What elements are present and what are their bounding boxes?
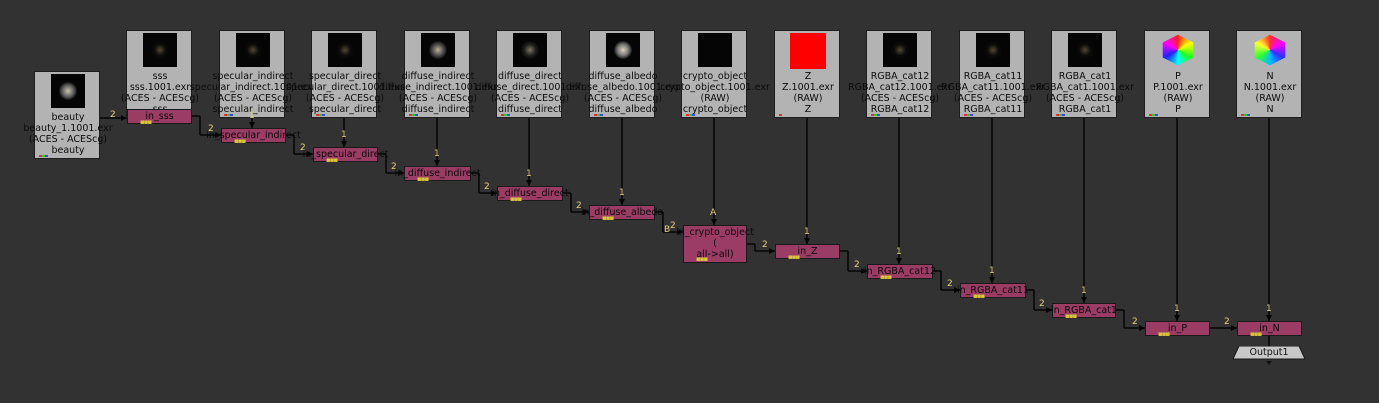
channel-swatch <box>1056 114 1065 116</box>
channel-swatch <box>686 114 695 116</box>
thumbnail-content <box>429 41 447 59</box>
shuffle-node-in-sss[interactable]: in_sss ▪▪▪ <box>127 109 192 126</box>
read-node-beauty[interactable]: beauty beauty_1.1001.exr (ACES - ACEScg) be… <box>23 71 113 159</box>
read-node-rgba-cat1[interactable]: RGBA_cat1 RGBA_cat1.1001.exr (ACES - ACESc… <box>1036 30 1134 118</box>
thumbnail-content <box>244 41 262 59</box>
shuffle-node-in-rgba-cat12[interactable]: in_RGBA_cat12 ▪▪▪ <box>864 264 936 281</box>
thumbnail-content <box>614 41 632 59</box>
node-graph[interactable]: beauty beauty_1.1001.exr (ACES - ACEScg) be… <box>0 0 1379 403</box>
thumbnail-image <box>143 33 177 67</box>
channel-swatch <box>316 114 325 116</box>
shuffle-node-in-specular-direct[interactable]: in_specular_direct ▪▪▪ <box>303 147 388 164</box>
thumbnail-content <box>521 41 539 59</box>
read-node-specular-indirect[interactable]: specular_indirect specular_indirect.1001.… <box>190 30 316 118</box>
read-node-sss[interactable]: ssssss.1001.exr(ACES - ACEScg)sss <box>121 30 199 118</box>
read-node-crypto-object[interactable]: crypto_object crypto_object.1001.exr (RAW)… <box>660 30 770 118</box>
thumbnail-image <box>1162 34 1194 66</box>
read-node-n[interactable]: N N.1001.exr (RAW) N <box>1236 30 1302 118</box>
channel-swatch <box>964 114 973 116</box>
channel-swatch <box>501 114 510 116</box>
thumbnail-image <box>328 33 362 67</box>
shuffle-node-in-rgba-cat1[interactable]: in_RGBA_cat1 ▪▪▪ <box>1051 303 1117 320</box>
channel-swatch <box>1241 114 1250 116</box>
read-node-rgba-cat12[interactable]: RGBA_cat12 RGBA_cat12.1001.exr (ACES - ACE… <box>848 30 952 118</box>
thumbnail-content <box>151 41 169 59</box>
thumbnail-image <box>421 33 455 67</box>
read-node-specular-direct[interactable]: specular_direct specular_direct.1001.exr(… <box>286 30 404 118</box>
shuffle-node-in-diffuse-indirect[interactable]: in_diffuse_indirect ▪▪▪ <box>394 166 481 183</box>
channel-swatch <box>594 114 603 116</box>
thumbnail-image <box>1068 33 1102 67</box>
read-node-p[interactable]: P P.1001.exr (RAW) P <box>1144 30 1210 118</box>
thumbnail-content <box>891 41 909 59</box>
channel-swatch <box>1149 114 1158 116</box>
thumbnail-image <box>236 33 270 67</box>
thumbnail-content <box>336 41 354 59</box>
channel-swatch <box>409 114 418 116</box>
shuffle-node-in-n[interactable]: in_N ▪▪▪ <box>1237 321 1302 338</box>
read-node-diffuse-indirect[interactable]: diffuse_indirect diffuse_indirect.1001.ex… <box>379 30 497 118</box>
thumbnail-image <box>1254 34 1286 66</box>
channel-swatch <box>224 114 233 116</box>
thumbnail-image <box>51 74 85 108</box>
shuffle-node-in-rgba-cat11[interactable]: in_RGBA_cat11 ▪▪▪ <box>957 283 1029 300</box>
thumbnail-image <box>513 33 547 67</box>
channel-swatch <box>871 114 880 116</box>
shuffle-node-in-diffuse-albedo[interactable]: in_diffuse_albedo ▪▪▪ <box>581 205 663 222</box>
shuffle-node-in-specular-indirect[interactable]: in_specular_indirect ▪▪▪ <box>206 128 301 145</box>
thumbnail-content <box>59 82 77 100</box>
shuffle-node-in-z[interactable]: in_Z ▪▪▪ <box>775 244 840 261</box>
thumbnail-image <box>790 33 826 69</box>
channel-swatch <box>779 114 788 116</box>
read-node-rgba-cat11[interactable]: RGBA_cat11 RGBA_cat11.1001.exr (ACES - ACE… <box>941 30 1045 118</box>
shuffle-node-in-diffuse-direct[interactable]: in_diffuse_direct ▪▪▪ <box>491 186 569 203</box>
read-node-z[interactable]: Z Z.1001.exr (RAW) Z <box>774 30 840 118</box>
output1-node[interactable]: Output1 <box>1233 346 1305 365</box>
channel-swatch <box>39 155 48 157</box>
output1-label: Output1 <box>1249 347 1289 358</box>
thumbnail-image <box>883 33 917 67</box>
thumbnail-content <box>1076 41 1094 59</box>
thumbnail-image <box>606 33 640 67</box>
thumbnail-image <box>976 33 1010 67</box>
shuffle-node-in-crypto-object[interactable]: in_crypto_object(all->all) ▪▪▪ <box>676 225 754 263</box>
thumbnail-image <box>698 33 732 67</box>
read-node-diffuse-albedo[interactable]: diffuse_albedo diffuse_albedo.1001.exr (AC… <box>566 30 680 118</box>
read-node-diffuse-direct[interactable]: diffuse_direct diffuse_direct.1001.exr (AC… <box>475 30 585 118</box>
thumbnail-content <box>984 41 1002 59</box>
shuffle-node-in-p[interactable]: in_P ▪▪▪ <box>1145 321 1210 338</box>
channel-dots: ▪▪▪ <box>696 255 708 263</box>
